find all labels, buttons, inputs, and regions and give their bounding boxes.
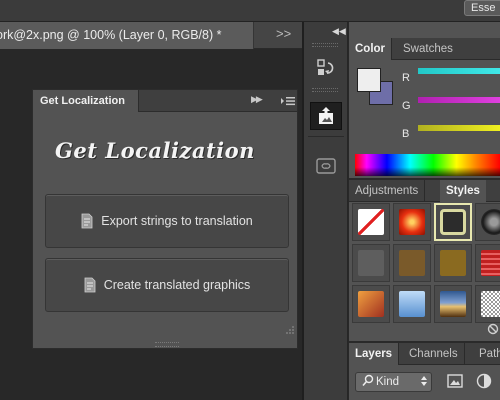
tab-styles[interactable]: Styles [440,180,486,202]
create-graphics-label: Create translated graphics [103,278,251,292]
tab-paths[interactable]: Path [473,343,500,365]
app-bar: Esse [0,0,500,22]
style-swatch-preview [440,209,466,235]
blue-slider[interactable] [418,125,500,131]
image-filter-icon[interactable] [446,372,464,390]
history-icon[interactable] [310,54,342,82]
collapse-panel-icon[interactable]: ▶▶ [251,94,263,105]
panel-titlebar: Get Localization ▶▶ [33,90,297,112]
dock-grip[interactable] [312,43,338,47]
style-swatch-gold[interactable] [434,244,472,282]
style-swatch-blue-glass[interactable] [393,285,431,323]
tab-get-localization[interactable]: Get Localization [33,90,139,112]
style-swatch-preview [481,250,500,276]
red-channel-label: R [402,72,410,84]
style-swatch-chrome[interactable] [475,203,500,241]
style-swatch-preview [481,291,500,317]
plugin-logo-heading: Get Localization [55,138,255,163]
select-arrows-icon [421,376,427,386]
layers-panel-tabs: Layers Channels Path [349,343,500,365]
collapse-dock-icon[interactable]: ◀◀ [332,26,346,37]
color-panel-tabs: Color Swatches [349,38,500,60]
red-slider[interactable] [418,68,500,74]
style-swatch-preview [358,209,384,235]
tab-color[interactable]: Color [349,38,393,60]
localization-panel: Get Localization ▶▶ Get Localization Exp… [32,89,298,349]
style-swatch-preview [481,209,500,235]
style-swatch-preview [399,291,425,317]
color-spectrum[interactable] [355,154,500,176]
style-swatch-red-stripes[interactable] [475,244,500,282]
style-swatch-framed[interactable] [434,203,472,241]
create-translated-graphics-button[interactable]: Create translated graphics [45,258,289,312]
tab-adjustments[interactable]: Adjustments [349,180,426,202]
cc-libraries-icon[interactable] [310,152,342,180]
style-swatch-dark-bevel[interactable] [352,244,390,282]
dock-grip[interactable] [312,88,338,92]
style-swatch-orange-gradient[interactable] [352,285,390,323]
tab-swatches[interactable]: Swatches [397,38,459,60]
blue-channel-label: B [402,128,410,140]
style-swatch-preview [399,209,425,235]
document-tab[interactable]: ork@2x.png @ 100% (Layer 0, RGB/8) * [0,22,254,49]
adjustment-filter-icon[interactable] [475,372,493,390]
export-strings-button[interactable]: Export strings to translation [45,194,289,248]
style-swatch-preview [358,291,384,317]
panel-bottom-grip[interactable] [155,342,179,347]
foreground-color-swatch[interactable] [357,68,381,92]
tab-overflow-icon[interactable]: >> [276,26,291,41]
style-swatch-preview [358,250,384,276]
panel-menu-icon[interactable] [280,95,296,107]
style-swatch-none[interactable] [352,203,390,241]
style-swatch-red-glow[interactable] [393,203,431,241]
search-icon [362,374,374,387]
style-swatch-bronze[interactable] [393,244,431,282]
workspace-switcher[interactable]: Esse [464,0,500,16]
style-swatch-preview [440,291,466,317]
document-tab-bar: ork@2x.png @ 100% (Layer 0, RGB/8) * >> [0,22,302,49]
green-channel-label: G [402,100,411,112]
tab-channels[interactable]: Channels [403,343,465,365]
page-icon [84,277,96,293]
style-swatch-preview [399,250,425,276]
resize-grip-icon[interactable] [285,325,295,335]
page-icon [81,213,93,229]
localization-plugin-icon[interactable] [310,102,342,130]
style-swatch-preview [440,250,466,276]
style-swatch-noise[interactable] [475,285,500,323]
no-style-icon[interactable] [487,322,499,340]
green-slider[interactable] [418,97,500,103]
dock-separator [308,136,344,137]
export-strings-label: Export strings to translation [101,214,253,228]
tab-layers[interactable]: Layers [349,343,400,365]
style-swatch-sunset[interactable] [434,285,472,323]
styles-panel-tabs: Adjustments Styles [349,180,500,202]
